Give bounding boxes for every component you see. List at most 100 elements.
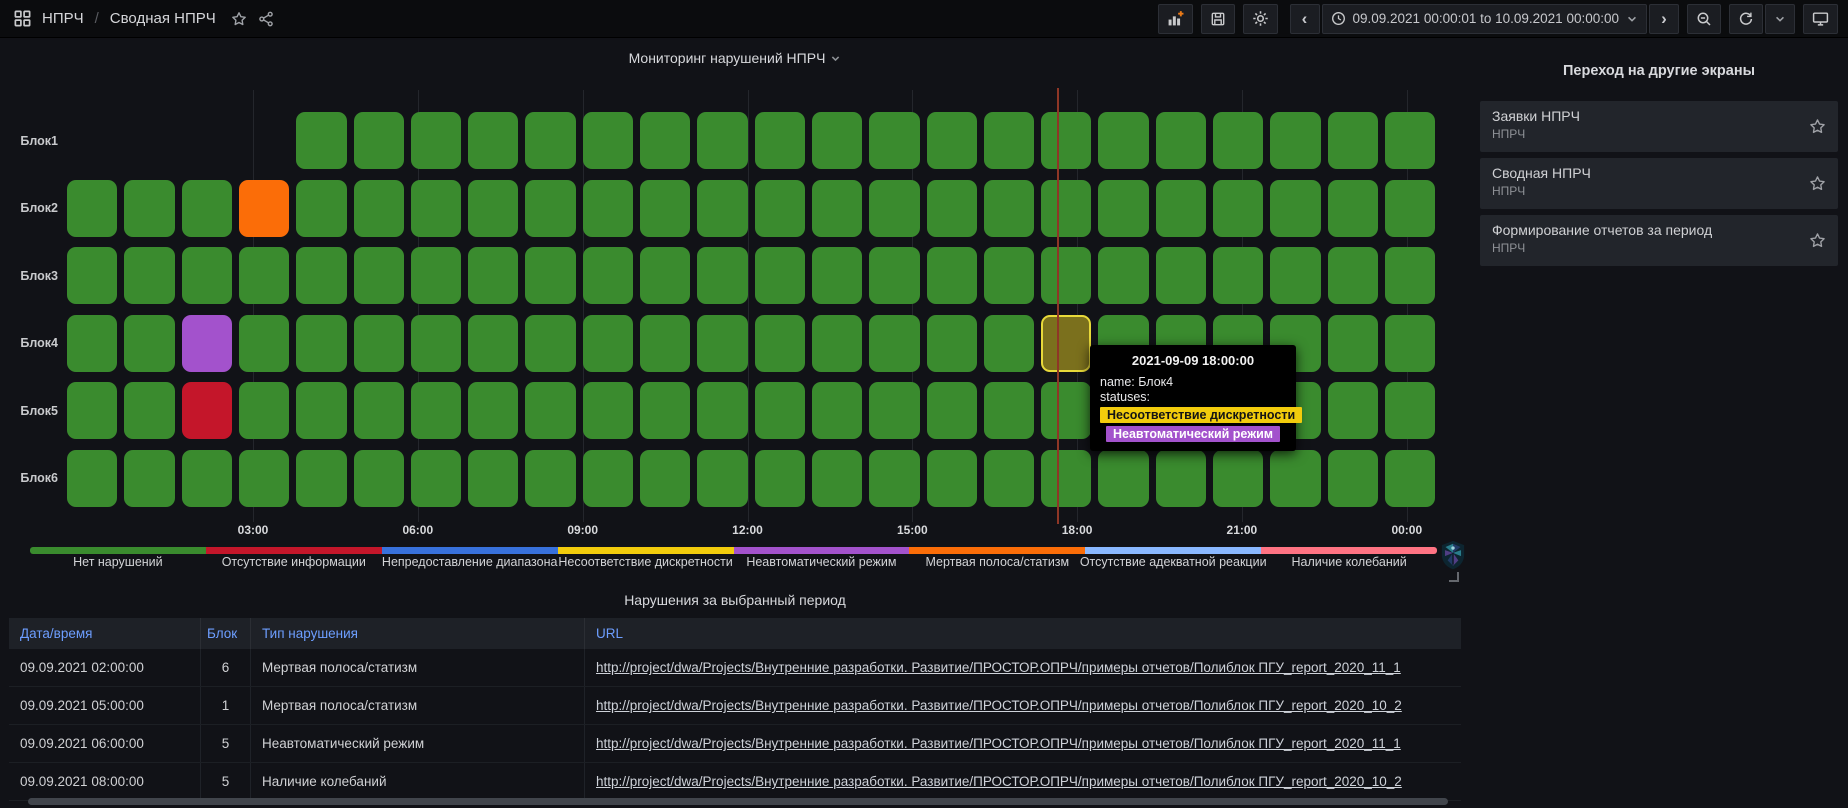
status-cell[interactable]: [67, 382, 117, 439]
status-cell[interactable]: [296, 180, 346, 237]
status-cell[interactable]: [869, 180, 919, 237]
status-cell[interactable]: [525, 382, 575, 439]
status-cell[interactable]: [1041, 247, 1091, 304]
favorite-star-icon[interactable]: [1809, 232, 1826, 249]
status-cell[interactable]: [812, 112, 862, 169]
status-cell[interactable]: [812, 315, 862, 372]
status-cell[interactable]: [354, 315, 404, 372]
status-cell[interactable]: [182, 315, 232, 372]
status-cell[interactable]: [583, 450, 633, 507]
favorite-star-icon[interactable]: [1809, 175, 1826, 192]
status-cell[interactable]: [927, 450, 977, 507]
status-cell[interactable]: [1041, 112, 1091, 169]
status-cell[interactable]: [640, 247, 690, 304]
status-cell[interactable]: [354, 382, 404, 439]
status-cell[interactable]: [812, 450, 862, 507]
status-cell[interactable]: [812, 382, 862, 439]
dashboard-settings-button[interactable]: [1243, 4, 1278, 34]
status-cell[interactable]: [640, 382, 690, 439]
status-cell[interactable]: [1156, 112, 1206, 169]
status-cell[interactable]: [67, 315, 117, 372]
status-cell[interactable]: [1385, 180, 1435, 237]
status-cell[interactable]: [67, 180, 117, 237]
status-cell[interactable]: [468, 450, 518, 507]
status-cell[interactable]: [984, 382, 1034, 439]
zoom-out-time-button[interactable]: [1687, 4, 1721, 34]
status-cell[interactable]: [525, 315, 575, 372]
table-column-header[interactable]: URL: [584, 618, 1461, 649]
status-cell[interactable]: [525, 247, 575, 304]
table-column-header[interactable]: Тип нарушения: [250, 618, 584, 649]
status-cell[interactable]: [812, 180, 862, 237]
status-cell[interactable]: [124, 382, 174, 439]
status-cell[interactable]: [67, 247, 117, 304]
status-cell[interactable]: [239, 247, 289, 304]
status-cell[interactable]: [697, 450, 747, 507]
status-cell[interactable]: [1098, 247, 1148, 304]
status-cell[interactable]: [697, 180, 747, 237]
status-cell[interactable]: [468, 180, 518, 237]
status-cell[interactable]: [583, 180, 633, 237]
status-cell[interactable]: [1156, 180, 1206, 237]
status-cell[interactable]: [640, 450, 690, 507]
status-cell[interactable]: [468, 382, 518, 439]
status-cell[interactable]: [468, 315, 518, 372]
status-cell[interactable]: [984, 315, 1034, 372]
status-cell[interactable]: [124, 247, 174, 304]
status-cell[interactable]: [525, 450, 575, 507]
status-cell[interactable]: [869, 450, 919, 507]
status-cell[interactable]: [984, 112, 1034, 169]
status-cell[interactable]: [1328, 112, 1378, 169]
status-cell[interactable]: [1385, 450, 1435, 507]
dashboard-link-card[interactable]: Заявки НПРЧНПРЧ: [1480, 101, 1838, 152]
breadcrumb-folder[interactable]: НПРЧ: [42, 10, 84, 27]
apps-grid-icon[interactable]: [14, 10, 31, 27]
status-cell[interactable]: [1098, 180, 1148, 237]
status-cell[interactable]: [1385, 112, 1435, 169]
status-cell[interactable]: [296, 315, 346, 372]
status-cell[interactable]: [927, 180, 977, 237]
status-cell[interactable]: [755, 315, 805, 372]
status-cell[interactable]: [1328, 450, 1378, 507]
status-cell[interactable]: [354, 247, 404, 304]
status-cell[interactable]: [525, 180, 575, 237]
status-cell[interactable]: [927, 382, 977, 439]
status-cell[interactable]: [67, 450, 117, 507]
status-cell[interactable]: [1041, 450, 1091, 507]
refresh-button[interactable]: [1729, 4, 1763, 34]
status-cell[interactable]: [697, 315, 747, 372]
status-cell[interactable]: [468, 247, 518, 304]
status-cell[interactable]: [755, 180, 805, 237]
dashboard-link-card[interactable]: Формирование отчетов за периодНПРЧ: [1480, 215, 1838, 266]
status-cell[interactable]: [1213, 247, 1263, 304]
status-cell[interactable]: [984, 450, 1034, 507]
status-cell[interactable]: [239, 450, 289, 507]
status-cell[interactable]: [1385, 247, 1435, 304]
status-cell[interactable]: [124, 315, 174, 372]
status-cell[interactable]: [869, 315, 919, 372]
share-icon[interactable]: [258, 11, 274, 27]
status-cell[interactable]: [1213, 450, 1263, 507]
time-shift-forward-button[interactable]: ›: [1649, 4, 1679, 34]
status-cell[interactable]: [124, 450, 174, 507]
status-cell[interactable]: [984, 180, 1034, 237]
status-cell[interactable]: [124, 180, 174, 237]
status-cell[interactable]: [755, 382, 805, 439]
violation-report-link[interactable]: http://project/dwa/Projects/Внутренние р…: [596, 698, 1402, 713]
status-cell[interactable]: [182, 382, 232, 439]
status-cell[interactable]: [583, 382, 633, 439]
status-cell[interactable]: [1213, 112, 1263, 169]
status-cell[interactable]: [354, 180, 404, 237]
cycle-view-mode-button[interactable]: [1803, 4, 1838, 34]
status-cell[interactable]: [411, 382, 461, 439]
status-cell[interactable]: [1098, 112, 1148, 169]
status-cell[interactable]: [812, 247, 862, 304]
status-cell[interactable]: [640, 180, 690, 237]
status-cell[interactable]: [1098, 450, 1148, 507]
status-cell[interactable]: [354, 450, 404, 507]
status-cell[interactable]: [296, 382, 346, 439]
add-panel-button[interactable]: [1158, 4, 1193, 34]
status-cell[interactable]: [182, 450, 232, 507]
status-cell[interactable]: [1328, 315, 1378, 372]
time-range-picker[interactable]: 09.09.2021 00:00:01 to 10.09.2021 00:00:…: [1322, 4, 1648, 34]
